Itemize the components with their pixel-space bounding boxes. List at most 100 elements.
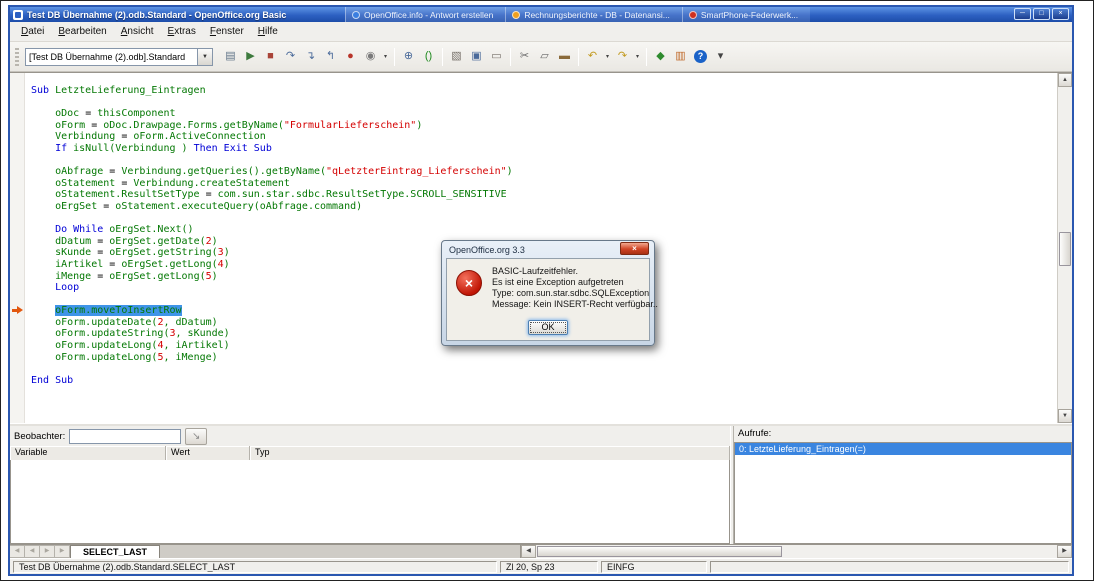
module-tab-select_last[interactable]: SELECT_LAST [70, 545, 160, 558]
code-line[interactable]: oAbfrage = Verbindung.getQueries().getBy… [31, 166, 1057, 178]
horizontal-scrollbar-thumb[interactable] [537, 546, 782, 557]
code-line[interactable]: Sub LetzteLieferung_Eintragen [31, 85, 1057, 97]
manage-breakpoints-button[interactable]: ◉ [361, 47, 380, 67]
code-line[interactable]: If isNull(Verbindung ) Then Exit Sub [31, 143, 1057, 155]
scroll-right-icon[interactable]: ▶ [1057, 545, 1072, 558]
insert-source-icon: ▧ [451, 51, 461, 62]
maximize-button[interactable]: □ [1033, 8, 1050, 20]
horizontal-scrollbar[interactable]: ◀ ▶ [520, 545, 1072, 558]
combobox-dropdown-icon[interactable]: ▼ [197, 48, 213, 66]
breakpoint-gutter[interactable] [10, 73, 25, 423]
scroll-left-icon[interactable]: ◀ [521, 545, 536, 558]
step-out-button[interactable]: ↰ [321, 47, 340, 67]
dialog-title-bar[interactable]: OpenOffice.org 3.3 × [446, 241, 650, 258]
background-tab-label: Rechnungsberichte - DB - Datenansi... [524, 10, 670, 20]
code-token: Loop [31, 282, 79, 293]
menu-item-ansicht[interactable]: Ansicht [114, 24, 161, 39]
find-parentheses-button[interactable]: () [419, 47, 438, 67]
stop-button[interactable]: ■ [261, 47, 280, 67]
watch-column-wert[interactable]: Wert [166, 446, 250, 460]
calls-list[interactable]: 0: LetzteLieferung_Eintragen(=) [734, 442, 1072, 544]
dialogs-icon: ▥ [675, 51, 685, 62]
code-line[interactable] [31, 363, 1057, 375]
code-line[interactable] [31, 155, 1057, 167]
code-line[interactable]: oErgSet = oStatement.executeQuery(oAbfra… [31, 201, 1057, 213]
run-icon: ▶ [246, 51, 254, 62]
help-button[interactable]: ? [691, 47, 710, 67]
copy-button[interactable]: ▱ [535, 47, 554, 67]
background-tab[interactable]: Rechnungsberichte - DB - Datenansi... [505, 7, 682, 22]
minimize-button[interactable]: ─ [1014, 8, 1031, 20]
cut-button[interactable]: ✂ [515, 47, 534, 67]
procedure-step-button[interactable]: ↷ [281, 47, 300, 67]
compile-button[interactable]: ▤ [221, 47, 240, 67]
paste-button[interactable]: ▬ [555, 47, 574, 67]
breakpoint-button[interactable]: ● [341, 47, 360, 67]
code-line[interactable]: oForm = oDoc.Drawpage.Forms.getByName("F… [31, 120, 1057, 132]
code-token: oForm.updateString( [31, 328, 169, 339]
code-line[interactable]: End Sub [31, 375, 1057, 387]
horizontal-scrollbar-track[interactable] [536, 545, 1057, 558]
code-token: = [91, 271, 109, 282]
add-watch-button[interactable]: ↘ [185, 428, 207, 445]
ok-button[interactable]: OK [528, 320, 568, 335]
menu-item-extras[interactable]: Extras [161, 24, 203, 39]
run-button[interactable]: ▶ [241, 47, 260, 67]
redo-button[interactable]: ↷ [613, 47, 632, 67]
scroll-up-icon[interactable]: ▲ [1058, 73, 1072, 87]
dialog-close-button[interactable]: × [620, 242, 649, 255]
macros-button[interactable]: ◆ [651, 47, 670, 67]
code-token: oErgSet.getDate( [109, 236, 205, 247]
tab-last-icon[interactable]: ▶ [55, 545, 70, 558]
toolbar-grip[interactable] [15, 48, 19, 66]
code-token: com.sun.star.sdbc.ResultSetType.SCROLL_S… [218, 189, 507, 200]
close-button[interactable]: × [1052, 8, 1069, 20]
code-line[interactable]: Do While oErgSet.Next() [31, 224, 1057, 236]
tab-first-icon[interactable]: ◀ [10, 545, 25, 558]
tab-next-icon[interactable]: ▶ [40, 545, 55, 558]
code-token: oForm.updateLong( [31, 340, 157, 351]
code-vertical-scrollbar[interactable]: ▲ ▼ [1057, 73, 1072, 423]
menu-item-bearbeiten[interactable]: Bearbeiten [51, 24, 113, 39]
code-line[interactable]: oDoc = thisComponent [31, 108, 1057, 120]
watch-input[interactable] [69, 429, 181, 444]
vertical-scrollbar-track[interactable] [1058, 87, 1072, 409]
vertical-scrollbar-thumb[interactable] [1059, 232, 1071, 266]
watch-column-variable[interactable]: Variable [10, 446, 166, 460]
background-tab[interactable]: OpenOffice.info - Antwort erstellen [345, 7, 505, 22]
calls-label: Aufrufe: [734, 426, 1072, 442]
menu-item-hilfe[interactable]: Hilfe [251, 24, 285, 39]
undo-button[interactable]: ↶ [583, 47, 602, 67]
module-tab-strip: ◀ ◀ ▶ ▶ SELECT_LAST ◀ ▶ [10, 544, 1072, 558]
menu-item-datei[interactable]: Datei [14, 24, 51, 39]
dialogs-button[interactable]: ▥ [671, 47, 690, 67]
insert-source-button[interactable]: ▧ [447, 47, 466, 67]
macros-icon: ◆ [656, 51, 664, 62]
code-line[interactable] [31, 97, 1057, 109]
save-source-button[interactable]: ▣ [467, 47, 486, 67]
code-line[interactable]: oStatement = Verbindung.createStatement [31, 178, 1057, 190]
code-line[interactable]: oForm.updateLong(5, iMenge) [31, 352, 1057, 364]
watch-column-typ[interactable]: Typ [250, 446, 730, 460]
library-combobox-value[interactable]: [Test DB Übernahme (2).odb].Standard [25, 48, 197, 66]
background-tab[interactable]: SmartPhone-Federwerk... [682, 7, 810, 22]
toolbar-options-button[interactable]: ▾ [711, 47, 730, 67]
watch-table-body[interactable] [10, 460, 730, 544]
library-combobox[interactable]: [Test DB Übernahme (2).odb].Standard ▼ [25, 48, 213, 66]
scroll-down-icon[interactable]: ▼ [1058, 409, 1072, 423]
calls-item[interactable]: 0: LetzteLieferung_Eintragen(=) [735, 443, 1071, 455]
code-token: , iMenge) [163, 352, 217, 363]
status-field-2: EINFG [601, 561, 707, 573]
tab-prev-icon[interactable]: ◀ [25, 545, 40, 558]
code-line[interactable]: oStatement.ResultSetType = com.sun.star.… [31, 189, 1057, 201]
code-line[interactable]: Verbindung = oForm.ActiveConnection [31, 131, 1057, 143]
code-token: LetzteLieferung_Eintragen [49, 85, 206, 96]
toolbar-dropdown-arrow-icon[interactable]: ▾ [633, 53, 642, 60]
single-step-button[interactable]: ↴ [301, 47, 320, 67]
menu-item-fenster[interactable]: Fenster [203, 24, 251, 39]
toolbar-dropdown-arrow-icon[interactable]: ▾ [381, 53, 390, 60]
code-line[interactable] [31, 213, 1057, 225]
toolbar-dropdown-arrow-icon[interactable]: ▾ [603, 53, 612, 60]
print-button[interactable]: ▭ [487, 47, 506, 67]
enable-watch-button[interactable]: ⊕ [399, 47, 418, 67]
